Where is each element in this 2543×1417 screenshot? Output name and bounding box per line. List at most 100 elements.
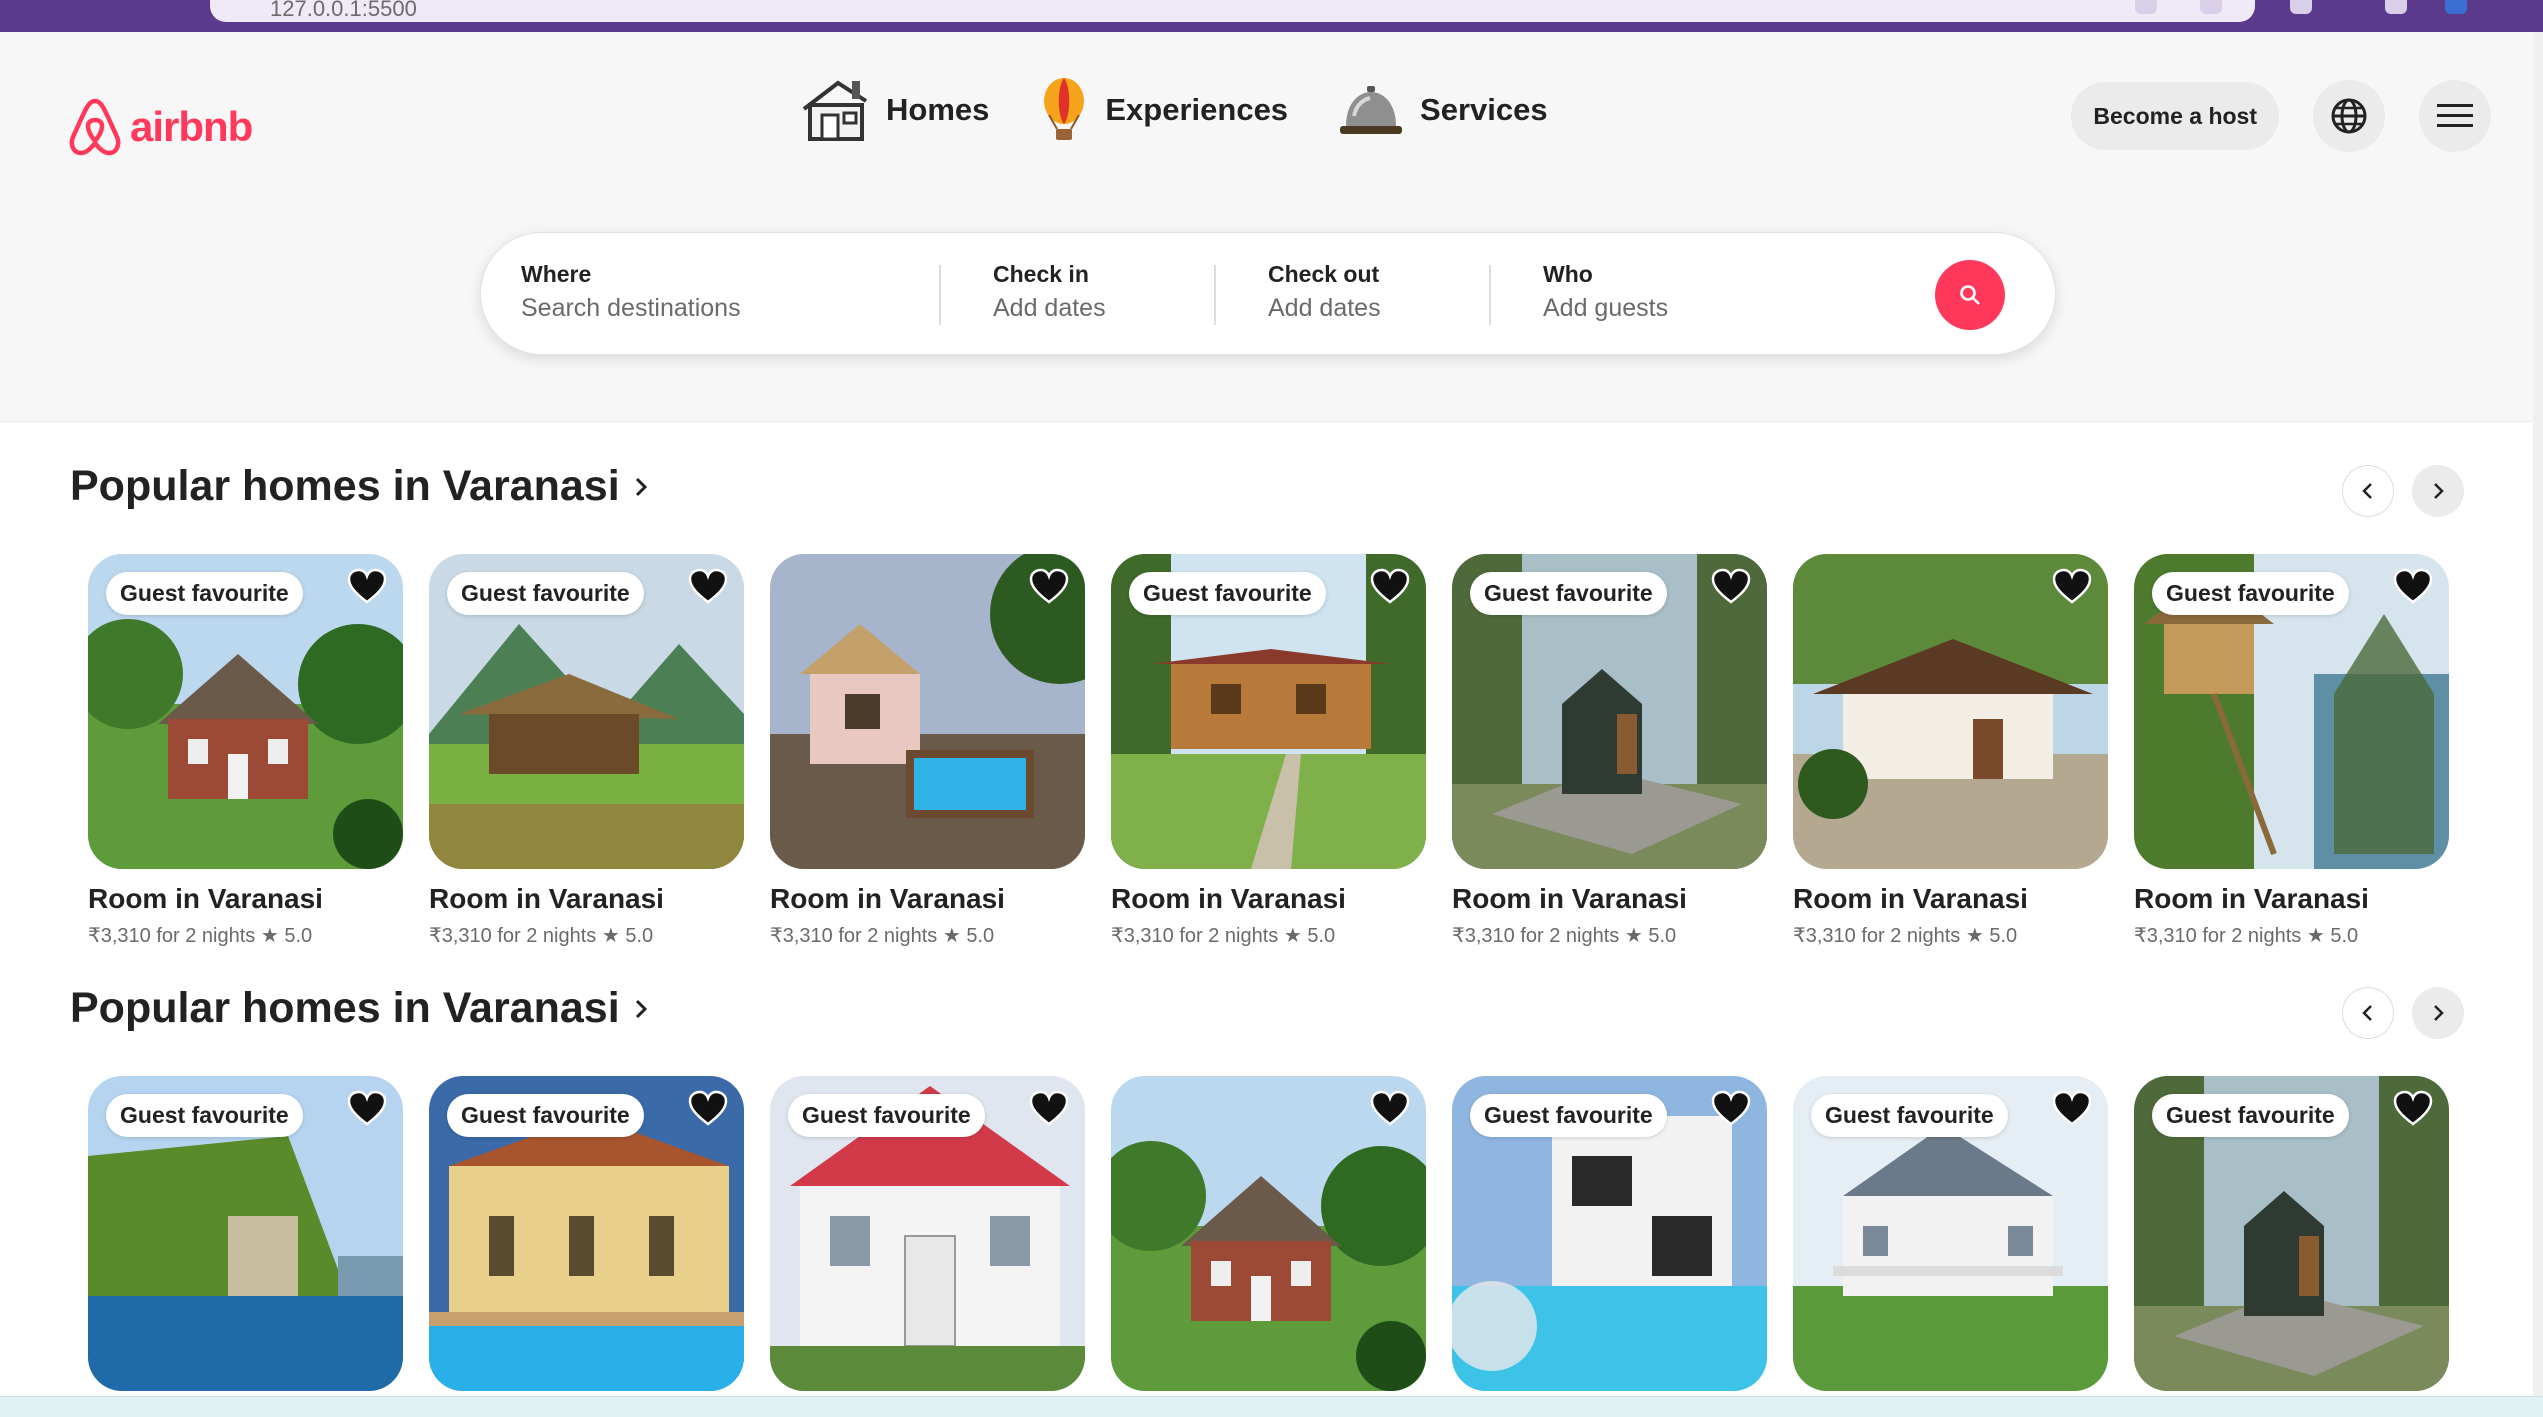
guest-favourite-badge: Guest favourite xyxy=(1129,572,1326,615)
search-checkout-input[interactable]: Add dates xyxy=(1268,294,1381,323)
section-title[interactable]: Popular homes in Varanasi xyxy=(70,462,648,511)
bookmark-star-icon[interactable] xyxy=(2200,0,2222,14)
listing-title: Room in Varanasi xyxy=(1111,883,1346,914)
search-who[interactable]: Who Add guests xyxy=(1543,261,1668,323)
guest-favourite-badge: Guest favourite xyxy=(106,572,303,615)
section-title-text: Popular homes in Varanasi xyxy=(70,462,620,510)
search-divider xyxy=(1214,265,1216,325)
heart-icon[interactable] xyxy=(2393,1090,2433,1128)
listing-photo[interactable]: Guest favourite xyxy=(1793,1076,2108,1391)
heart-icon[interactable] xyxy=(1029,1090,1069,1128)
listing-price-rating: ₹3,310 for 2 nights ★ 5.0 xyxy=(1452,925,1677,947)
carousel-prev-button[interactable] xyxy=(2342,987,2394,1039)
nav-services[interactable]: Services xyxy=(1338,82,1548,138)
chevron-right-icon xyxy=(635,477,647,496)
guest-favourite-badge: Guest favourite xyxy=(1470,1094,1667,1137)
listing-card[interactable]: Guest favourite Room in Varanasi ₹3,310 fo… xyxy=(429,554,744,948)
listing-photo[interactable]: Guest favourite xyxy=(429,1076,744,1391)
heart-icon[interactable] xyxy=(688,1090,728,1128)
brand-name: airbnb xyxy=(130,103,253,150)
listing-card[interactable]: Guest favourite xyxy=(429,1076,744,1391)
listing-photo[interactable]: Guest favourite xyxy=(88,1076,403,1391)
listing-photo[interactable]: Guest favourite xyxy=(770,1076,1085,1391)
listing-card[interactable]: Room in Varanasi ₹3,310 for 2 nights ★ 5.… xyxy=(1793,554,2108,948)
listing-card[interactable]: Guest favourite xyxy=(88,1076,403,1391)
search-button[interactable] xyxy=(1935,260,2005,330)
listing-card[interactable]: Guest favourite xyxy=(770,1076,1085,1391)
tab-icon[interactable] xyxy=(2290,0,2312,14)
house-icon xyxy=(802,80,868,141)
carousel-prev-button[interactable] xyxy=(2342,465,2394,517)
listing-card[interactable]: Guest favourite Room in Varanasi ₹3,310 fo… xyxy=(88,554,403,948)
search-who-input[interactable]: Add guests xyxy=(1543,294,1668,323)
listing-photo[interactable] xyxy=(1111,1076,1426,1391)
listing-card[interactable]: Guest favourite xyxy=(1452,1076,1767,1391)
search-who-label: Who xyxy=(1543,261,1593,287)
browser-toolbar: 127.0.0.1:5500 xyxy=(0,0,2543,32)
listing-card[interactable]: Guest favourite xyxy=(2134,1076,2449,1391)
carousel-next-button[interactable] xyxy=(2412,987,2464,1039)
guest-favourite-badge: Guest favourite xyxy=(106,1094,303,1137)
chevron-right-icon xyxy=(2434,1005,2444,1021)
search-checkin-input[interactable]: Add dates xyxy=(993,294,1106,323)
airbnb-logo-icon xyxy=(69,98,121,156)
main-menu-button[interactable] xyxy=(2419,80,2491,152)
heart-icon[interactable] xyxy=(2052,1090,2092,1128)
listing-card[interactable]: Guest favourite xyxy=(1793,1076,2108,1391)
search-checkout-label: Check out xyxy=(1268,261,1380,287)
heart-icon[interactable] xyxy=(2393,568,2433,606)
become-host-button[interactable]: Become a host xyxy=(2071,82,2279,150)
page-scrollbar[interactable] xyxy=(2533,32,2543,1396)
listing-photo[interactable]: Guest favourite xyxy=(429,554,744,869)
profile-avatar-icon[interactable] xyxy=(2445,0,2467,14)
listing-price-rating: ₹3,310 for 2 nights ★ 5.0 xyxy=(88,925,313,947)
search-where-input[interactable]: Search destinations xyxy=(521,294,741,323)
address-bar[interactable] xyxy=(210,0,2255,22)
search-where[interactable]: Where Search destinations xyxy=(521,261,741,323)
guest-favourite-badge: Guest favourite xyxy=(447,1094,644,1137)
carousel-next-button[interactable] xyxy=(2412,465,2464,517)
language-button[interactable] xyxy=(2313,80,2385,152)
translate-icon[interactable] xyxy=(2135,0,2157,14)
listing-card[interactable]: Guest favourite Room in Varanasi ₹3,310 fo… xyxy=(2134,554,2449,948)
chevron-right-icon xyxy=(635,999,647,1018)
category-nav: Homes Experiences Services xyxy=(800,77,1548,143)
search-checkout[interactable]: Check out Add dates xyxy=(1268,261,1381,323)
listing-card[interactable]: Guest favourite Room in Varanasi ₹3,310 fo… xyxy=(1452,554,1767,948)
heart-icon[interactable] xyxy=(347,568,387,606)
listing-photo[interactable]: Guest favourite xyxy=(1452,1076,1767,1391)
listing-photo[interactable] xyxy=(770,554,1085,869)
heart-icon[interactable] xyxy=(2052,568,2092,606)
heart-icon[interactable] xyxy=(1370,568,1410,606)
guest-favourite-badge: Guest favourite xyxy=(2152,1094,2349,1137)
hamburger-menu-icon xyxy=(2437,104,2473,127)
listing-photo[interactable]: Guest favourite xyxy=(1452,554,1767,869)
listing-photo[interactable]: Guest favourite xyxy=(88,554,403,869)
section-title-text: Popular homes in Varanasi xyxy=(70,984,620,1032)
heart-icon[interactable] xyxy=(1370,1090,1410,1128)
airbnb-logo[interactable]: airbnb xyxy=(68,97,253,157)
listing-card[interactable]: Room in Varanasi ₹3,310 for 2 nights ★ 5.… xyxy=(770,554,1085,948)
search-checkin[interactable]: Check in Add dates xyxy=(993,261,1106,323)
listing-title: Room in Varanasi xyxy=(2134,883,2369,914)
listing-photo[interactable]: Guest favourite xyxy=(2134,554,2449,869)
heart-icon[interactable] xyxy=(1711,1090,1751,1128)
taskbar-strip xyxy=(0,1396,2543,1417)
section-title[interactable]: Popular homes in Varanasi xyxy=(70,984,648,1033)
heart-icon[interactable] xyxy=(1711,568,1751,606)
heart-icon[interactable] xyxy=(1029,568,1069,606)
guest-favourite-badge: Guest favourite xyxy=(788,1094,985,1137)
listing-card[interactable] xyxy=(1111,1076,1426,1391)
listing-photo[interactable]: Guest favourite xyxy=(1111,554,1426,869)
listing-photo[interactable]: Guest favourite xyxy=(2134,1076,2449,1391)
listing-photo[interactable] xyxy=(1793,554,2108,869)
nav-homes[interactable]: Homes xyxy=(800,77,989,143)
extensions-icon[interactable] xyxy=(2385,0,2407,14)
heart-icon[interactable] xyxy=(688,568,728,606)
header-actions: Become a host xyxy=(2071,80,2491,152)
heart-icon[interactable] xyxy=(347,1090,387,1128)
listing-price-rating: ₹3,310 for 2 nights ★ 5.0 xyxy=(1793,925,2018,947)
listing-card[interactable]: Guest favourite Room in Varanasi ₹3,310 fo… xyxy=(1111,554,1426,948)
chevron-right-icon xyxy=(2434,483,2444,499)
nav-experiences[interactable]: Experiences xyxy=(1039,77,1288,143)
